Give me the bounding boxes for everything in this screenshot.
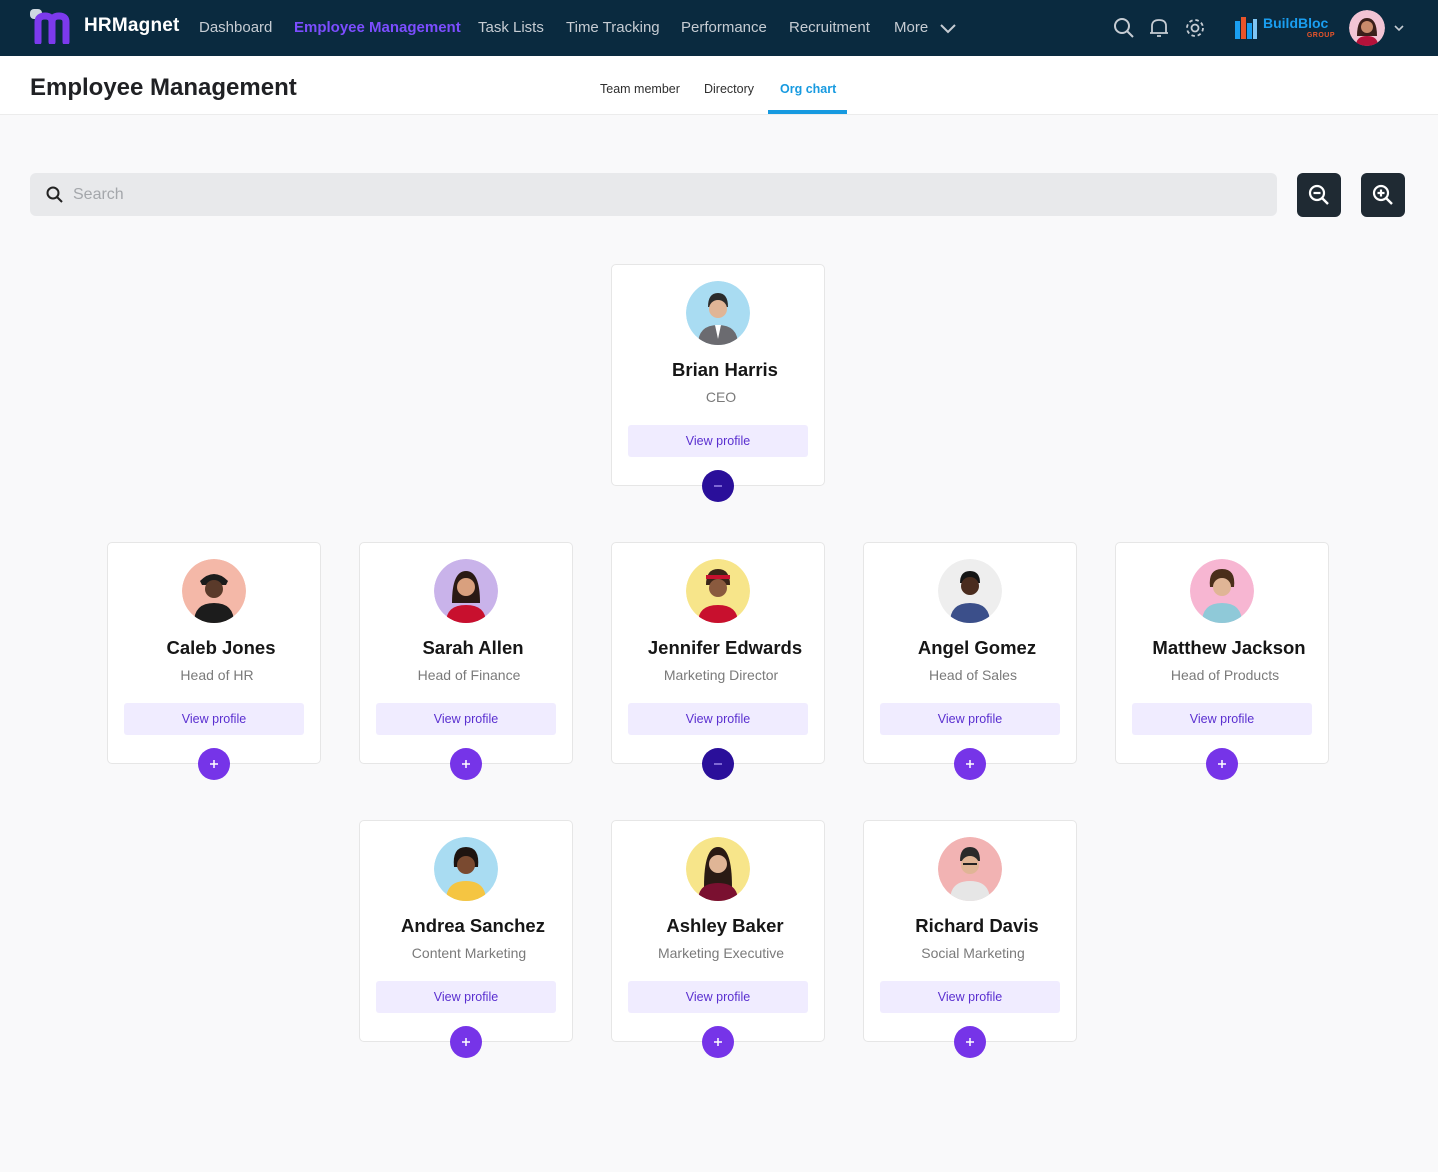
expand-button[interactable] xyxy=(198,748,230,780)
bell-icon[interactable] xyxy=(1146,15,1172,41)
nav-employee-management[interactable]: Employee Management xyxy=(294,19,461,36)
employee-card: Ashley Baker Marketing Executive View pr… xyxy=(611,820,825,1058)
employee-name: Brian Harris xyxy=(672,359,778,380)
employee-avatar xyxy=(686,559,750,623)
search-icon[interactable] xyxy=(1111,15,1137,41)
nav-performance[interactable]: Performance xyxy=(681,19,767,36)
employee-avatar xyxy=(434,559,498,623)
plus-icon xyxy=(966,760,974,768)
tab-directory[interactable]: Directory xyxy=(704,82,754,96)
app-name: HRMagnet xyxy=(84,15,180,36)
employee-avatar xyxy=(434,837,498,901)
employee-card: Brian Harris CEO View profile xyxy=(611,264,825,502)
expand-button[interactable] xyxy=(1206,748,1238,780)
minus-icon xyxy=(714,485,722,487)
buildbloc-logo-icon xyxy=(1235,17,1257,39)
employee-card: Sarah Allen Head of Finance View profile xyxy=(359,542,573,780)
view-profile-button[interactable]: View profile xyxy=(880,703,1060,735)
nav-time-tracking[interactable]: Time Tracking xyxy=(566,19,660,36)
employee-name: Angel Gomez xyxy=(917,637,1037,658)
view-profile-button[interactable]: View profile xyxy=(376,703,556,735)
view-profile-button[interactable]: View profile xyxy=(880,981,1060,1013)
page-title: Employee Management xyxy=(30,74,297,101)
employee-role: Head of Finance xyxy=(417,667,521,683)
user-avatar[interactable] xyxy=(1349,10,1385,46)
employee-card: Angel Gomez Head of Sales View profile xyxy=(863,542,1077,780)
search-bar xyxy=(30,173,1277,216)
employee-name: Andrea Sanchez xyxy=(401,915,545,936)
expand-button[interactable] xyxy=(954,1026,986,1058)
employee-name: Jennifer Edwards xyxy=(647,637,803,658)
employee-role: Content Marketing xyxy=(411,945,527,961)
expand-button[interactable] xyxy=(702,1026,734,1058)
employee-role: Social Marketing xyxy=(921,945,1025,961)
employee-name: Richard Davis xyxy=(915,915,1039,936)
zoom-out-button[interactable] xyxy=(1297,173,1341,217)
page-header: Employee Management Team member Director… xyxy=(0,56,1438,115)
zoom-in-button[interactable] xyxy=(1361,173,1405,217)
employee-avatar xyxy=(182,559,246,623)
employee-role: Head of Sales xyxy=(929,667,1017,683)
employee-avatar xyxy=(938,559,1002,623)
employee-role: Marketing Executive xyxy=(657,945,785,961)
plus-icon xyxy=(462,1038,470,1046)
plus-icon xyxy=(462,760,470,768)
search-input[interactable] xyxy=(73,173,1253,216)
employee-avatar xyxy=(686,837,750,901)
expand-button[interactable] xyxy=(954,748,986,780)
zoom-in-icon xyxy=(1372,184,1393,205)
employee-role: Head of Products xyxy=(1170,667,1280,683)
employee-role: CEO xyxy=(705,389,737,405)
nav-more[interactable]: More xyxy=(894,19,928,36)
employee-avatar xyxy=(1190,559,1254,623)
employee-card: Jennifer Edwards Marketing Director View… xyxy=(611,542,825,780)
employee-name: Caleb Jones xyxy=(166,637,276,658)
plus-icon xyxy=(1218,760,1226,768)
view-profile-button[interactable]: View profile xyxy=(628,703,808,735)
brand-name: BuildBloc xyxy=(1263,15,1329,31)
collapse-button[interactable] xyxy=(702,748,734,780)
expand-button[interactable] xyxy=(450,748,482,780)
view-profile-button[interactable]: View profile xyxy=(628,981,808,1013)
nav-dashboard[interactable]: Dashboard xyxy=(199,19,272,36)
zoom-out-icon xyxy=(1308,184,1329,205)
view-profile-button[interactable]: View profile xyxy=(124,703,304,735)
employee-card: Matthew Jackson Head of Products View pr… xyxy=(1115,542,1329,780)
employee-name: Sarah Allen xyxy=(422,637,524,658)
active-tab-indicator xyxy=(768,110,847,114)
nav-recruitment[interactable]: Recruitment xyxy=(789,19,870,36)
employee-card: Caleb Jones Head of HR View profile xyxy=(107,542,321,780)
search-icon xyxy=(46,186,63,203)
employee-card: Richard Davis Social Marketing View prof… xyxy=(863,820,1077,1058)
chevron-down-icon[interactable] xyxy=(938,19,958,37)
employee-avatar xyxy=(938,837,1002,901)
minus-icon xyxy=(714,763,722,765)
brand-sub: GROUP xyxy=(1306,32,1335,39)
employee-name: Matthew Jackson xyxy=(1152,637,1306,658)
view-profile-button[interactable]: View profile xyxy=(376,981,556,1013)
top-navbar: HRMagnet Dashboard Employee Management T… xyxy=(0,0,1438,56)
nav-task-lists[interactable]: Task Lists xyxy=(478,19,544,36)
user-menu-chevron-icon[interactable] xyxy=(1392,21,1406,35)
app-logo[interactable]: HRMagnet xyxy=(28,8,180,46)
tab-team-member[interactable]: Team member xyxy=(600,82,680,96)
view-profile-button[interactable]: View profile xyxy=(628,425,808,457)
employee-name: Ashley Baker xyxy=(666,915,784,936)
collapse-button[interactable] xyxy=(702,470,734,502)
expand-button[interactable] xyxy=(450,1026,482,1058)
employee-role: Marketing Director xyxy=(663,667,779,683)
plus-icon xyxy=(714,1038,722,1046)
plus-icon xyxy=(210,760,218,768)
employee-role: Head of HR xyxy=(180,667,254,683)
employee-card: Andrea Sanchez Content Marketing View pr… xyxy=(359,820,573,1058)
hrmagnet-logo-icon xyxy=(28,8,78,46)
brand-logo: BuildBloc GROUP xyxy=(1234,13,1335,43)
gear-icon[interactable] xyxy=(1182,15,1208,41)
plus-icon xyxy=(966,1038,974,1046)
employee-avatar xyxy=(686,281,750,345)
tab-org-chart[interactable]: Org chart xyxy=(780,82,836,96)
view-profile-button[interactable]: View profile xyxy=(1132,703,1312,735)
